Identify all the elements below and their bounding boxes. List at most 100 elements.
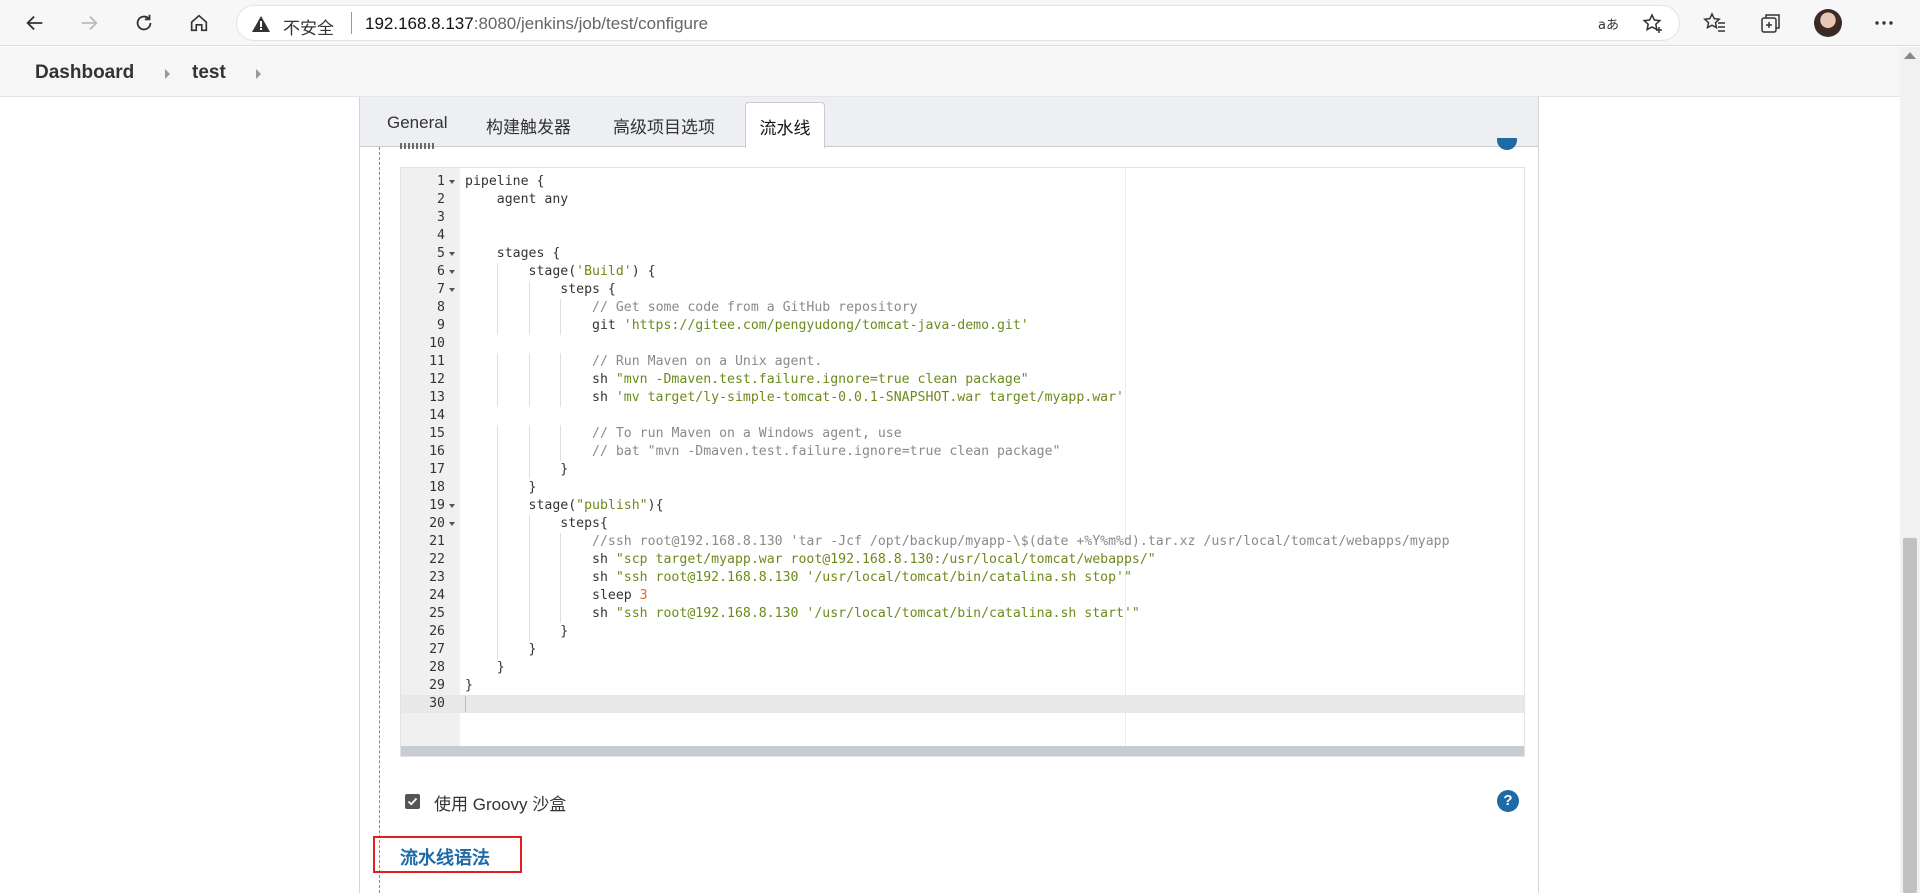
add-favorite-icon[interactable]: [1642, 13, 1664, 35]
breadcrumb-dashboard[interactable]: Dashboard: [35, 62, 134, 84]
line-number: 14: [429, 408, 445, 423]
line-number: 22: [429, 552, 445, 567]
line-number: 12: [429, 372, 445, 387]
pipeline-syntax-link[interactable]: 流水线语法: [400, 844, 490, 870]
refresh-icon[interactable]: [128, 7, 160, 39]
code-text: stage('Build') {: [465, 264, 656, 279]
favorites-icon[interactable]: [1703, 11, 1727, 35]
breadcrumb: Dashboard test: [0, 47, 1900, 97]
line-number: 16: [429, 444, 445, 459]
code-line: 9 git 'https://gitee.com/pengyudong/tomc…: [401, 317, 1524, 335]
fold-toggle-icon[interactable]: [449, 252, 455, 256]
code-line: 15 // To run Maven on a Windows agent, u…: [401, 425, 1524, 443]
line-number: 28: [429, 660, 445, 675]
pipeline-script-editor[interactable]: 1 pipeline {2 agent any 3 4 5 stages {6 stag…: [400, 167, 1525, 757]
breadcrumb-test[interactable]: test: [192, 62, 226, 84]
scroll-up-arrow-icon[interactable]: [1904, 52, 1916, 59]
read-aloud-icon[interactable]: aあ: [1597, 13, 1619, 35]
line-number: 26: [429, 624, 445, 639]
editor-cursor: [465, 696, 466, 712]
code-line: 27 }: [401, 641, 1524, 659]
code-text: sleep 3: [465, 588, 648, 603]
line-number: 21: [429, 534, 445, 549]
section-dashed-guide: [379, 147, 380, 893]
code-line: 30: [401, 695, 1524, 713]
svg-text:aあ: aあ: [1598, 18, 1619, 33]
url-path: :8080/jenkins/job/test/configure: [473, 14, 709, 33]
line-number: 3: [437, 210, 445, 225]
fold-toggle-icon[interactable]: [449, 180, 455, 184]
line-number: 6: [437, 264, 445, 279]
line-number: 4: [437, 228, 445, 243]
code-text: agent any: [465, 192, 569, 207]
line-number: 27: [429, 642, 445, 657]
code-text: }: [465, 642, 537, 657]
help-icon[interactable]: ?: [1497, 790, 1519, 812]
groovy-sandbox-checkbox[interactable]: [405, 794, 420, 809]
code-line: 16 // bat "mvn -Dmaven.test.failure.igno…: [401, 443, 1524, 461]
forward-arrow-icon[interactable]: [73, 7, 105, 39]
tab-advanced-options[interactable]: 高级项目选项: [613, 113, 715, 138]
code-text: //ssh root@192.168.8.130 'tar -Jcf /opt/…: [592, 534, 1450, 549]
code-line: 6 stage('Build') {: [401, 263, 1524, 281]
back-arrow-icon[interactable]: [19, 7, 51, 39]
code-text: // Run Maven on a Unix agent.: [592, 354, 823, 369]
code-text: // bat "mvn -Dmaven.test.failure.ignore=…: [592, 444, 1061, 459]
fold-toggle-icon[interactable]: [449, 504, 455, 508]
line-number: 18: [429, 480, 445, 495]
url-text[interactable]: 192.168.8.137:8080/jenkins/job/test/conf…: [365, 14, 708, 34]
line-number: 2: [437, 192, 445, 207]
address-bar[interactable]: 不安全 192.168.8.137:8080/jenkins/job/test/…: [236, 5, 1680, 41]
code-text: sh "ssh root@192.168.8.130 '/usr/local/t…: [465, 606, 1140, 621]
code-text: steps {: [465, 282, 616, 297]
tab-build-triggers[interactable]: 构建触发器: [486, 113, 571, 138]
profile-avatar[interactable]: [1814, 9, 1842, 37]
line-number: 20: [429, 516, 445, 531]
tab-pipeline-label: 流水线: [759, 119, 811, 138]
code-line: 29}: [401, 677, 1524, 695]
code-text: steps{: [465, 516, 608, 531]
code-line: 24 sleep 3: [401, 587, 1524, 605]
url-host: 192.168.8.137: [365, 14, 474, 33]
code-line: 21 //ssh root@192.168.8.130 'tar -Jcf /o…: [401, 533, 1524, 551]
breadcrumb-separator-icon[interactable]: [165, 69, 170, 79]
code-line: 22 sh "scp target/myapp.war root@192.168…: [401, 551, 1524, 569]
code-line: 5 stages {: [401, 245, 1524, 263]
fold-toggle-icon[interactable]: [449, 270, 455, 274]
code-text: // Get some code from a GitHub repositor…: [592, 300, 918, 315]
line-number: 5: [437, 246, 445, 261]
collections-icon[interactable]: [1759, 11, 1783, 35]
code-text: }: [465, 660, 505, 675]
fold-toggle-icon[interactable]: [449, 288, 455, 292]
warning-icon: [252, 16, 270, 32]
more-menu-icon[interactable]: [1872, 11, 1896, 35]
tab-general[interactable]: General: [387, 113, 447, 133]
home-icon[interactable]: [183, 7, 215, 39]
code-text: stages {: [465, 246, 561, 261]
code-line: 26 }: [401, 623, 1524, 641]
breadcrumb-separator-icon[interactable]: [256, 69, 261, 79]
code-line: 1 pipeline {: [401, 173, 1524, 191]
tab-pipeline[interactable]: 流水线: [745, 102, 825, 148]
fold-toggle-icon[interactable]: [449, 522, 455, 526]
code-line: 10: [401, 335, 1524, 353]
code-text: sh "mvn -Dmaven.test.failure.ignore=true…: [465, 372, 1029, 387]
code-line: 2 agent any: [401, 191, 1524, 209]
code-text: // To run Maven on a Windows agent, use: [592, 426, 902, 441]
groovy-sandbox-label[interactable]: 使用 Groovy 沙盒: [434, 790, 566, 815]
config-tabbar: General 构建触发器 高级项目选项 流水线: [360, 97, 1538, 148]
page-scrollbar-thumb[interactable]: [1903, 538, 1917, 893]
help-icon[interactable]: [1497, 138, 1517, 150]
code-text: }: [465, 462, 569, 477]
address-separator: [351, 12, 352, 34]
code-line: 12 sh "mvn -Dmaven.test.failure.ignore=t…: [401, 371, 1524, 389]
line-number: 10: [429, 336, 445, 351]
code-text: }: [465, 624, 569, 639]
code-line: 8 // Get some code from a GitHub reposit…: [401, 299, 1524, 317]
editor-horizontal-scrollbar[interactable]: [401, 746, 1524, 756]
insecure-label[interactable]: 不安全: [283, 14, 334, 39]
line-number: 29: [429, 678, 445, 693]
line-number: 25: [429, 606, 445, 621]
code-text: git 'https://gitee.com/pengyudong/tomcat…: [465, 318, 1029, 333]
line-number: 13: [429, 390, 445, 405]
